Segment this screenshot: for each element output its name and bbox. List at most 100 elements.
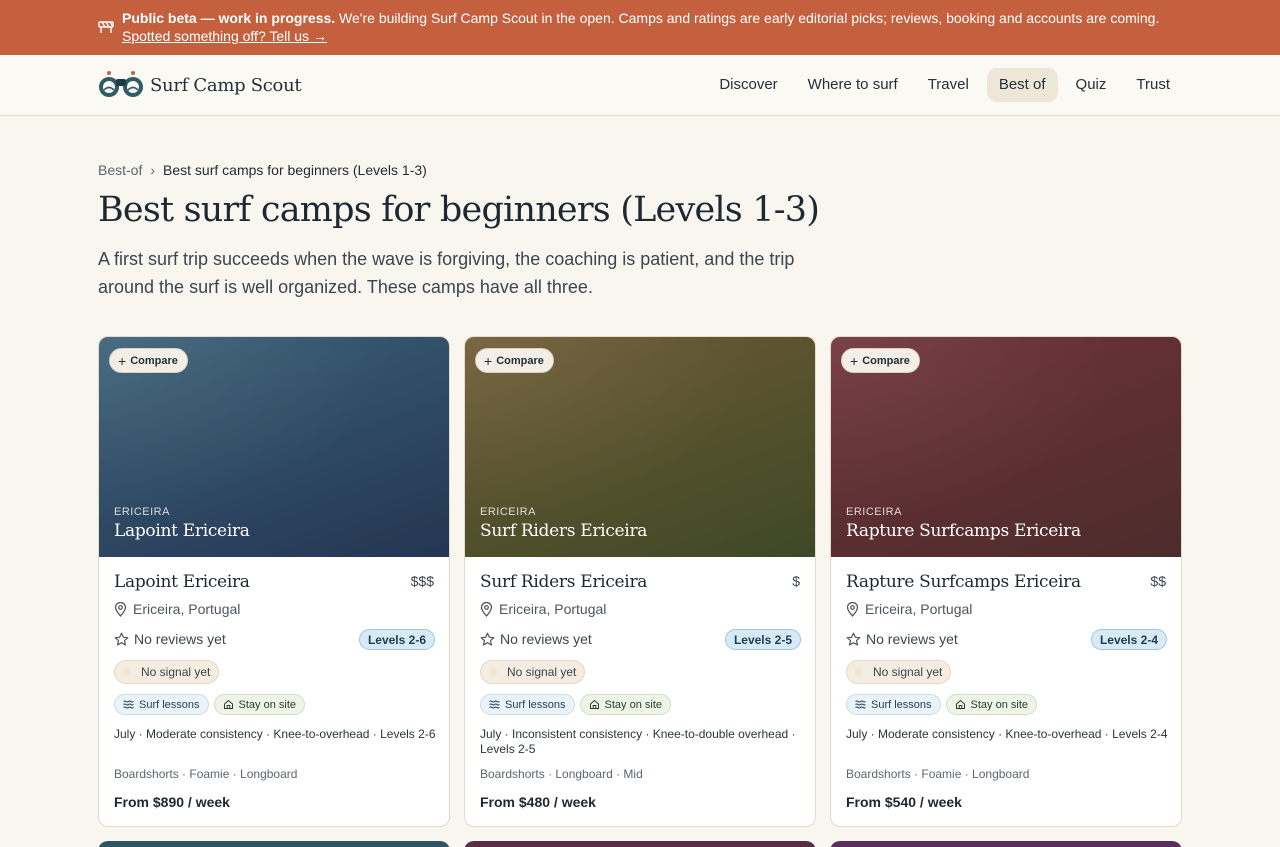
feedback-link[interactable]: Spotted something off? Tell us → [122, 28, 327, 44]
tag-stay-on-site: Stay on site [213, 694, 306, 715]
plus-icon: + [850, 352, 859, 369]
camp-title[interactable]: Surf Riders Ericeira [480, 572, 647, 592]
location-text: Ericeira, Portugal [133, 601, 241, 617]
level-badge: Levels 2-4 [1090, 629, 1167, 650]
camp-location: Ericeira, Portugal [846, 601, 972, 617]
star-icon [846, 632, 861, 646]
signal-text: No signal yet [873, 665, 943, 679]
waves-icon [855, 700, 866, 709]
hero-region: ERICEIRA [480, 506, 536, 518]
camp-tags: Surf lessons Stay on site [114, 694, 306, 715]
beta-message: Public beta — work in progress. We're bu… [122, 9, 1182, 45]
reviews: No reviews yet [114, 631, 226, 647]
signal-text: No signal yet [507, 665, 577, 679]
camp-conditions: July · Inconsistent consistency · Knee-t… [480, 727, 796, 756]
waves-icon [489, 700, 500, 709]
hero-camp-name: Rapture Surfcamps Ericeira [846, 521, 1081, 541]
tag-surf-lessons: Surf lessons [480, 694, 575, 715]
reviews-text: No reviews yet [134, 631, 226, 647]
level-badge: Levels 2-6 [358, 629, 435, 650]
reviews: No reviews yet [480, 631, 592, 647]
binoculars-logo-icon [99, 71, 143, 97]
signal-text: No signal yet [141, 665, 211, 679]
camp-price-from: From $480 / week [480, 794, 596, 810]
camp-price-from: From $540 / week [846, 794, 962, 810]
reviews-text: No reviews yet [500, 631, 592, 647]
tag-surf-lessons: Surf lessons [846, 694, 941, 715]
price-tier: $$ [1150, 573, 1166, 589]
hero-region: ERICEIRA [114, 506, 170, 518]
tag-stay-on-site: Stay on site [945, 694, 1038, 715]
price-tier: $$$ [410, 573, 434, 589]
next-row-card-2[interactable] [464, 841, 816, 847]
page-title: Best surf camps for beginners (Levels 1-… [98, 190, 820, 230]
next-row-card-1[interactable] [98, 841, 450, 847]
plus-icon: + [484, 352, 493, 369]
tag-label: Stay on site [238, 698, 297, 711]
star-icon [480, 632, 495, 646]
plus-icon: + [118, 352, 127, 369]
hero-camp-name: Lapoint Ericeira [114, 521, 250, 541]
brand-name: Surf Camp Scout [150, 74, 302, 96]
camp-title[interactable]: Lapoint Ericeira [114, 572, 250, 592]
camp-boards: Boardshorts · Foamie · Longboard [846, 767, 1030, 781]
camp-card[interactable]: + Compare ERICEIRA Surf Riders Ericeira … [464, 336, 816, 827]
camp-conditions: July · Moderate consistency · Knee-to-ov… [846, 727, 1168, 741]
breadcrumb: Best-of › Best surf camps for beginners … [98, 162, 427, 178]
compare-button[interactable]: + Compare [841, 348, 920, 373]
site-header: Surf Camp Scout Discover Where to surf T… [0, 55, 1280, 116]
signal-dot-icon [123, 668, 131, 676]
map-pin-icon [846, 601, 859, 617]
tag-label: Surf lessons [505, 698, 566, 711]
tag-stay-on-site: Stay on site [579, 694, 672, 715]
camp-boards: Boardshorts · Longboard · Mid [480, 767, 643, 781]
camp-title[interactable]: Rapture Surfcamps Ericeira [846, 572, 1081, 592]
page-lede: A first surf trip succeeds when the wave… [98, 249, 795, 297]
camp-hero-image[interactable]: + Compare ERICEIRA Lapoint Ericeira [99, 337, 449, 557]
nav-discover[interactable]: Discover [707, 68, 789, 102]
signal-dot-icon [489, 668, 497, 676]
nav-travel[interactable]: Travel [916, 68, 981, 102]
reviews-text: No reviews yet [866, 631, 958, 647]
beta-bold: Public beta — work in progress. [122, 10, 336, 26]
compare-button[interactable]: + Compare [475, 348, 554, 373]
camp-location: Ericeira, Portugal [480, 601, 606, 617]
signal-badge: No signal yet [114, 660, 220, 684]
compare-button[interactable]: + Compare [109, 348, 188, 373]
next-row-card-3[interactable] [830, 841, 1182, 847]
map-pin-icon [480, 601, 493, 617]
camp-price-from: From $890 / week [114, 794, 230, 810]
nav-best-of[interactable]: Best of [986, 68, 1058, 102]
breadcrumb-separator: › [150, 162, 156, 178]
home-icon [955, 699, 965, 709]
tag-label: Stay on site [970, 698, 1029, 711]
camp-card[interactable]: + Compare ERICEIRA Rapture Surfcamps Eri… [830, 336, 1182, 827]
star-icon [114, 632, 129, 646]
brand-logo[interactable]: Surf Camp Scout [98, 70, 302, 100]
camp-card[interactable]: + Compare ERICEIRA Lapoint Ericeira Lapo… [98, 336, 450, 827]
camp-tags: Surf lessons Stay on site [846, 694, 1038, 715]
nav-where-to-surf[interactable]: Where to surf [796, 68, 910, 102]
compare-label: Compare [130, 354, 178, 367]
camp-hero-image[interactable]: + Compare ERICEIRA Surf Riders Ericeira [465, 337, 815, 557]
home-icon [589, 699, 599, 709]
signal-dot-icon [855, 668, 863, 676]
compare-label: Compare [496, 354, 544, 367]
compare-label: Compare [862, 354, 910, 367]
hero-region: ERICEIRA [846, 506, 902, 518]
tag-label: Surf lessons [139, 698, 200, 711]
camp-location: Ericeira, Portugal [114, 601, 240, 617]
nav-quiz[interactable]: Quiz [1064, 68, 1119, 102]
camp-boards: Boardshorts · Foamie · Longboard [114, 767, 298, 781]
breadcrumb-root[interactable]: Best-of [98, 162, 142, 178]
price-tier: $ [792, 573, 800, 589]
signal-badge: No signal yet [480, 660, 586, 684]
home-icon [223, 699, 233, 709]
nav-trust[interactable]: Trust [1124, 68, 1182, 102]
camp-tags: Surf lessons Stay on site [480, 694, 672, 715]
tag-label: Surf lessons [871, 698, 932, 711]
camp-conditions: July · Moderate consistency · Knee-to-ov… [114, 727, 436, 741]
camp-hero-image[interactable]: + Compare ERICEIRA Rapture Surfcamps Eri… [831, 337, 1181, 557]
tag-label: Stay on site [604, 698, 663, 711]
main-nav: Discover Where to surf Travel Best of Qu… [707, 68, 1182, 102]
